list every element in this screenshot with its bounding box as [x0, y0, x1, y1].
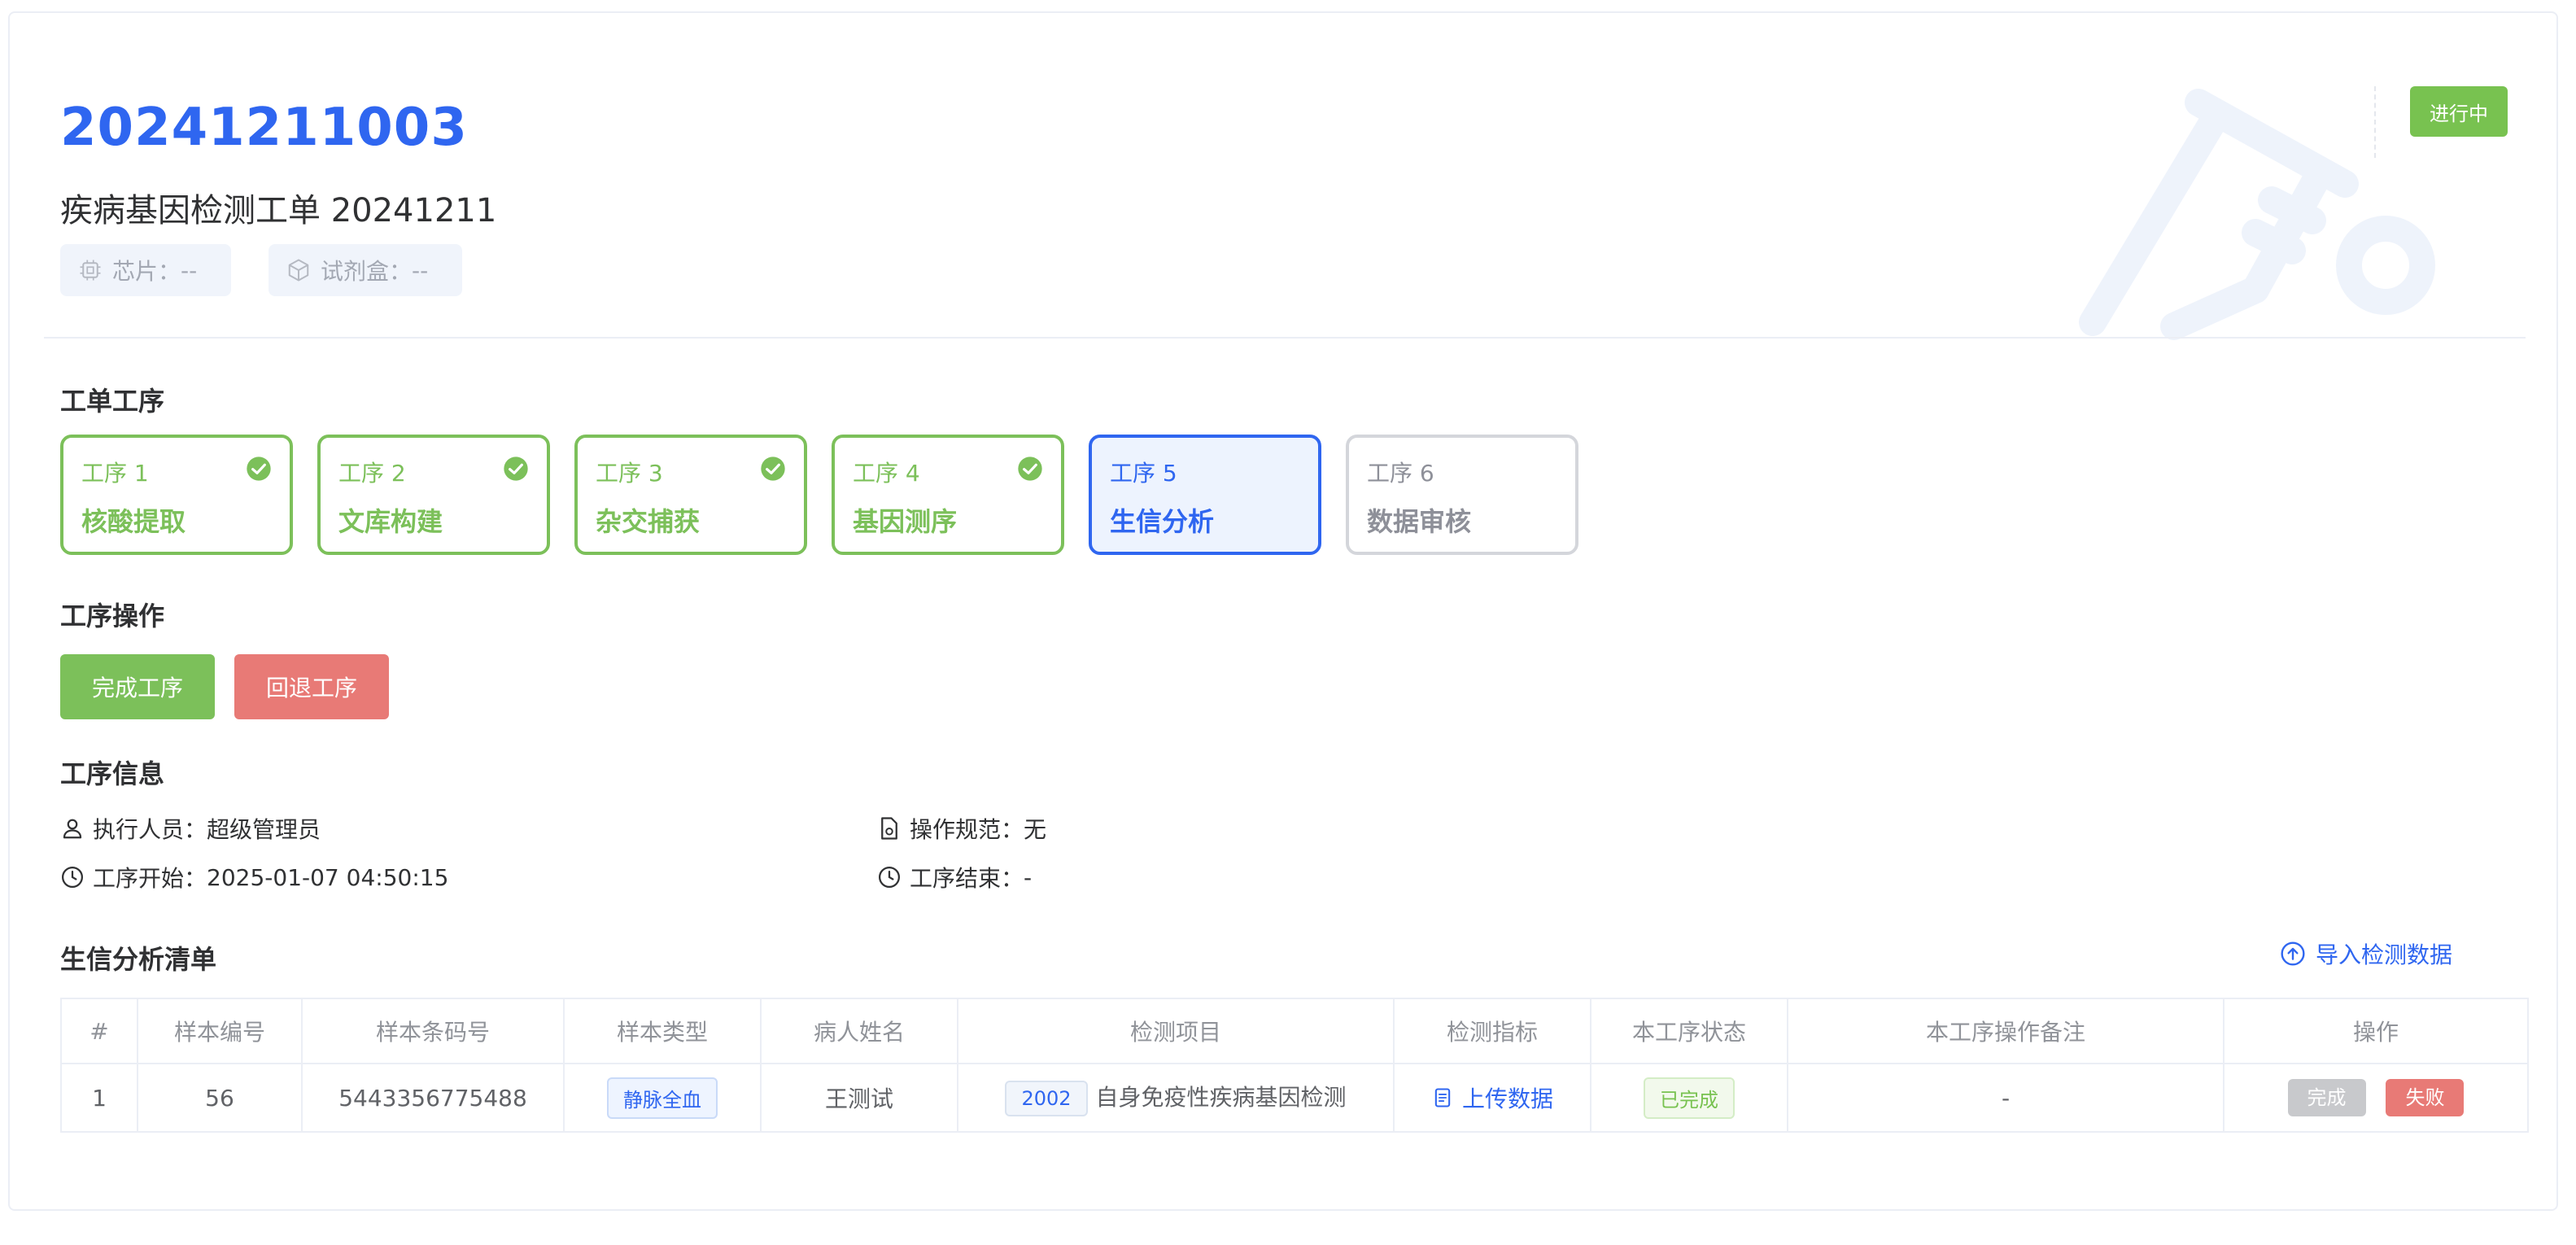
step-number: 工序 5	[1110, 460, 1177, 487]
project-name: 自身免疫性疾病基因检测	[1095, 1083, 1347, 1111]
step-name: 数据审核	[1367, 506, 1472, 537]
step-card-2[interactable]: 工序 2 文库构建	[317, 435, 550, 555]
project-cell: 2002 自身免疫性疾病基因检测	[957, 1063, 1395, 1133]
chip-value: --	[181, 256, 198, 284]
column-header: 操作	[2223, 998, 2529, 1064]
ops-section-title: 工序操作	[60, 601, 165, 631]
step-card-1[interactable]: 工序 1 核酸提取	[60, 435, 293, 555]
check-circle-icon	[1018, 456, 1042, 481]
kit-label: 试剂盒：	[321, 258, 413, 285]
section-divider	[44, 337, 2526, 339]
kit-value: --	[412, 256, 429, 284]
document-icon	[1434, 1087, 1451, 1107]
column-header: 检测指标	[1393, 998, 1591, 1064]
chip-icon	[80, 260, 101, 281]
step-name: 核酸提取	[81, 506, 186, 537]
executor-value: 超级管理员	[207, 816, 321, 843]
column-header: #	[60, 998, 138, 1064]
check-circle-icon	[504, 456, 528, 481]
complete-step-button[interactable]: 完成工序	[60, 654, 215, 719]
steps-section-title: 工单工序	[60, 386, 165, 417]
indicator-cell: 上传数据	[1393, 1063, 1591, 1133]
start-value: 2025-01-07 04:50:15	[207, 863, 449, 891]
upload-label: 上传数据	[1461, 1085, 1553, 1112]
import-data-link[interactable]: 导入检测数据	[2280, 937, 2452, 970]
step-number: 工序 3	[596, 460, 663, 487]
fail-button[interactable]: 失败	[2386, 1079, 2465, 1116]
step-name: 杂交捕获	[596, 506, 701, 537]
step-number: 工序 1	[81, 460, 149, 487]
column-header: 样本编号	[137, 998, 303, 1064]
clock-icon	[62, 867, 83, 888]
step-card-3[interactable]: 工序 3 杂交捕获	[574, 435, 807, 555]
row-index: 1	[60, 1063, 138, 1133]
import-label: 导入检测数据	[2316, 941, 2453, 968]
table-row: 1 56 5443356775488 静脉全血 王测试 2002 自身免疫性疾病基…	[60, 1063, 2529, 1133]
check-circle-icon	[247, 456, 271, 481]
chip-label: 芯片：	[112, 258, 181, 285]
table-header-row: # 样本编号 样本条码号 样本类型 病人姓名 检测项目 检测指标 本工序状态 本…	[60, 998, 2529, 1064]
step-name: 文库构建	[338, 506, 443, 537]
column-header: 本工序状态	[1590, 998, 1788, 1064]
analysis-table: # 样本编号 样本条码号 样本类型 病人姓名 检测项目 检测指标 本工序状态 本…	[60, 998, 2529, 1133]
spec-label: 操作规范：	[910, 816, 1024, 843]
end-value: -	[1024, 863, 1033, 891]
rollback-step-button[interactable]: 回退工序	[234, 654, 389, 719]
work-order-card: 20241211003 疾病基因检测工单 20241211 芯片： -- 试剂盒：…	[8, 11, 2558, 1211]
start-time-info: 工序开始： 2025-01-07 04:50:15	[60, 861, 448, 893]
start-label: 工序开始：	[93, 865, 207, 892]
status-tag: 已完成	[1644, 1077, 1735, 1119]
chip-badge: 芯片： --	[60, 244, 231, 296]
document-settings-icon	[881, 817, 897, 840]
info-section-title: 工序信息	[60, 758, 165, 789]
end-label: 工序结束：	[910, 865, 1024, 892]
user-icon	[63, 819, 82, 839]
end-time-info: 工序结束： -	[877, 861, 1032, 893]
step-number: 工序 4	[853, 460, 920, 487]
actions-cell: 完成 失败	[2223, 1063, 2529, 1133]
upload-data-link[interactable]: 上传数据	[1431, 1081, 1553, 1114]
list-section-title: 生信分析清单	[60, 944, 217, 975]
sample-type-tag: 静脉全血	[607, 1077, 718, 1119]
kit-badge: 试剂盒： --	[269, 244, 462, 296]
patient-name: 王测试	[760, 1063, 958, 1133]
step-card-5[interactable]: 工序 5 生信分析	[1089, 435, 1321, 555]
column-header: 样本类型	[563, 998, 762, 1064]
column-header: 病人姓名	[760, 998, 958, 1064]
step-name: 生信分析	[1110, 506, 1215, 537]
box-icon	[288, 259, 309, 282]
column-header: 检测项目	[957, 998, 1395, 1064]
complete-button[interactable]: 完成	[2287, 1079, 2366, 1116]
sample-barcode: 5443356775488	[301, 1063, 565, 1133]
sample-number: 56	[137, 1063, 303, 1133]
column-header: 本工序操作备注	[1787, 998, 2225, 1064]
check-circle-icon	[761, 456, 785, 481]
executor-label: 执行人员：	[93, 816, 207, 843]
order-title: 疾病基因检测工单 20241211	[60, 192, 497, 229]
order-number: 20241211003	[60, 98, 468, 158]
flask-watermark-icon	[2079, 89, 2435, 340]
clock-icon	[879, 867, 900, 888]
step-name: 基因测序	[853, 506, 958, 537]
executor-info: 执行人员： 超级管理员	[60, 812, 321, 845]
step-card-6[interactable]: 工序 6 数据审核	[1346, 435, 1578, 555]
step-card-4[interactable]: 工序 4 基因测序	[832, 435, 1064, 555]
remark-cell: -	[1787, 1063, 2225, 1133]
spec-info: 操作规范：无	[877, 812, 1046, 845]
header-divider	[2374, 86, 2376, 158]
step-number: 工序 6	[1367, 460, 1434, 487]
sample-type-cell: 静脉全血	[563, 1063, 762, 1133]
status-badge: 进行中	[2410, 86, 2508, 137]
status-cell: 已完成	[1590, 1063, 1788, 1133]
column-header: 样本条码号	[301, 998, 565, 1064]
project-code-tag: 2002	[1005, 1080, 1088, 1116]
upload-circle-icon	[2281, 941, 2305, 966]
step-number: 工序 2	[338, 460, 406, 487]
spec-value: 无	[1024, 816, 1047, 843]
